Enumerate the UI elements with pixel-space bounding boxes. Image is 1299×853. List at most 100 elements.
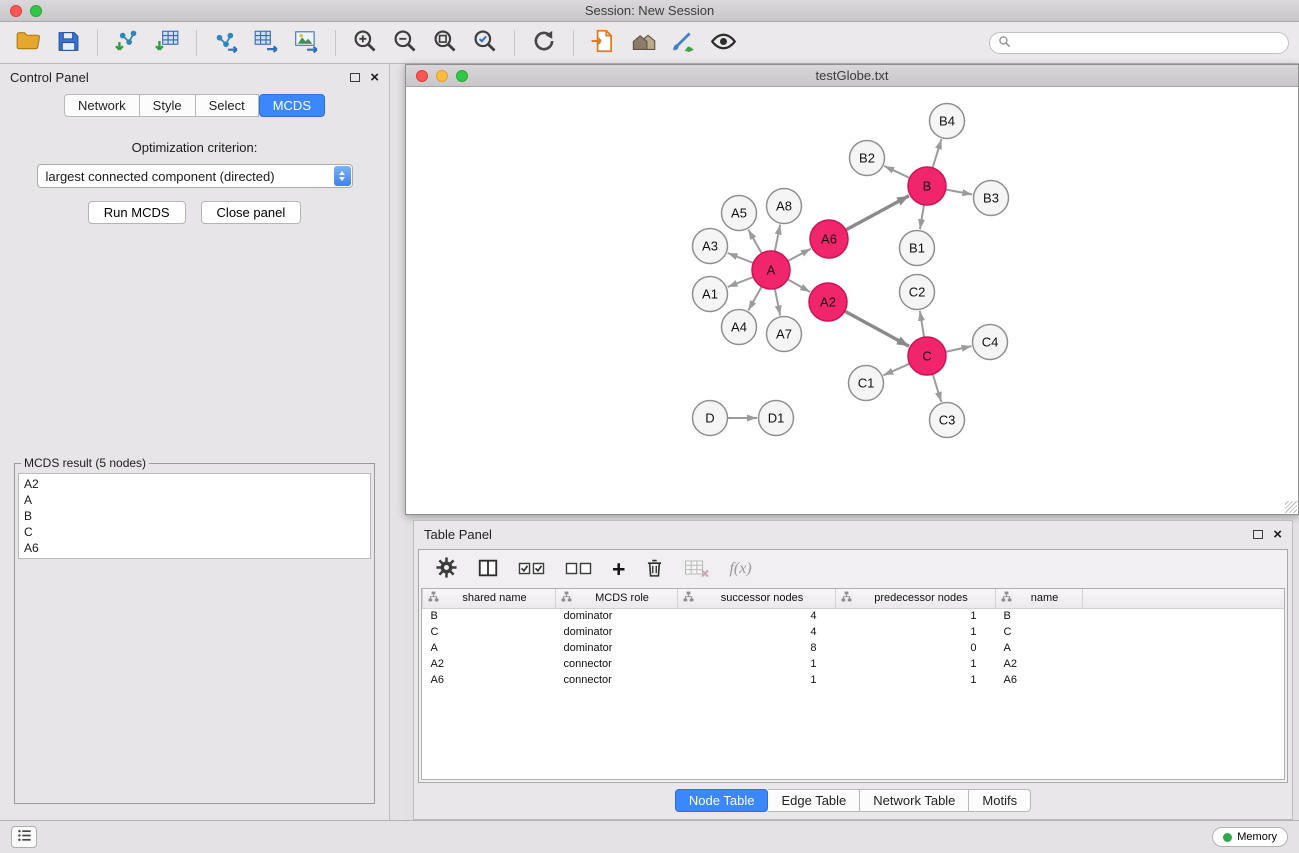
close-panel-button[interactable]: Close panel xyxy=(201,201,302,224)
apply-style-button[interactable] xyxy=(665,26,701,60)
graph-node-C1[interactable]: C1 xyxy=(849,366,884,401)
graph-node-A[interactable]: A xyxy=(752,251,790,289)
node-table-row-a6[interactable]: A6connector11A6 xyxy=(423,672,1285,688)
close-panel-icon[interactable]: × xyxy=(370,70,379,85)
mcds-result-item-a2[interactable]: A2 xyxy=(24,476,365,492)
control-tab-network[interactable]: Network xyxy=(64,94,140,117)
deselect-all-rows-button[interactable] xyxy=(565,555,593,583)
search-input[interactable] xyxy=(1016,36,1280,50)
graph-node-A4[interactable]: A4 xyxy=(722,310,757,345)
graph-edge-C-C2[interactable] xyxy=(920,311,924,337)
graph-edge-B-B4[interactable] xyxy=(933,139,942,168)
graph-node-C4[interactable]: C4 xyxy=(973,325,1008,360)
panel-splitter[interactable] xyxy=(390,64,405,820)
graph-node-C3[interactable]: C3 xyxy=(930,403,965,438)
graph-edge-A-A4[interactable] xyxy=(748,287,761,311)
graph-edge-C-C1[interactable] xyxy=(883,364,909,376)
graph-edge-A-A1[interactable] xyxy=(728,277,754,287)
node-table-row-c[interactable]: Cdominator41C xyxy=(423,624,1285,640)
mcds-result-item-b[interactable]: B xyxy=(24,508,365,524)
graph-edge-A-A2[interactable] xyxy=(788,279,811,292)
zoom-fit-button[interactable] xyxy=(427,26,463,60)
open-session-button[interactable] xyxy=(10,26,46,60)
show-graphics-details-button[interactable] xyxy=(705,26,741,60)
column-header-name[interactable]: name xyxy=(996,589,1083,608)
column-header-successor-nodes[interactable]: successor nodes xyxy=(678,589,836,608)
open-document-button[interactable] xyxy=(585,26,621,60)
node-table-row-b[interactable]: Bdominator41B xyxy=(423,608,1285,624)
graph-edge-A-A3[interactable] xyxy=(728,253,754,263)
mcds-result-item-a6[interactable]: A6 xyxy=(24,540,365,556)
graph-edge-A-A6[interactable] xyxy=(788,249,811,261)
table-tab-motifs[interactable]: Motifs xyxy=(969,789,1031,812)
delete-rows-button[interactable] xyxy=(644,555,665,583)
column-header-shared-name[interactable]: shared name xyxy=(423,589,556,608)
graph-node-B1[interactable]: B1 xyxy=(900,231,935,266)
control-tab-mcds[interactable]: MCDS xyxy=(259,94,325,117)
task-history-button[interactable] xyxy=(11,826,37,848)
graph-edge-C-C3[interactable] xyxy=(933,374,942,402)
mcds-result-item-a[interactable]: A xyxy=(24,492,365,508)
column-header-predecessor-nodes[interactable]: predecessor nodes xyxy=(836,589,996,608)
table-tab-node-table[interactable]: Node Table xyxy=(675,789,769,812)
graph-edge-C-C4[interactable] xyxy=(946,346,972,352)
home-button[interactable] xyxy=(625,26,661,60)
table-settings-button[interactable] xyxy=(435,555,458,583)
graph-node-B3[interactable]: B3 xyxy=(974,181,1009,216)
graph-edge-A-A7[interactable] xyxy=(775,289,780,316)
network-canvas[interactable]: B4B2BB3A5A8A6B1A3AC2A1A2A4A7C4CC1C3DD1 xyxy=(406,87,1298,514)
control-tab-style[interactable]: Style xyxy=(140,94,196,117)
graph-edge-B-B1[interactable] xyxy=(920,205,924,229)
save-session-button[interactable] xyxy=(50,26,86,60)
graph-node-A2[interactable]: A2 xyxy=(809,283,847,321)
zoom-window-button[interactable] xyxy=(30,5,42,17)
graph-node-A5[interactable]: A5 xyxy=(722,196,757,231)
graph-edge-A2-C[interactable] xyxy=(845,311,909,346)
export-table-button[interactable] xyxy=(248,26,284,60)
graph-edge-A-A8[interactable] xyxy=(775,225,780,252)
graph-node-D1[interactable]: D1 xyxy=(759,401,794,436)
zoom-in-button[interactable] xyxy=(347,26,383,60)
graph-node-A7[interactable]: A7 xyxy=(767,317,802,352)
graph-edge-A6-B[interactable] xyxy=(846,196,909,230)
refresh-view-button[interactable] xyxy=(526,26,562,60)
graph-node-D[interactable]: D xyxy=(693,401,728,436)
float-panel-icon[interactable] xyxy=(350,73,360,82)
show-columns-button[interactable] xyxy=(477,555,499,583)
graph-node-A6[interactable]: A6 xyxy=(810,220,848,258)
table-tab-network-table[interactable]: Network Table xyxy=(860,789,969,812)
import-network-file-button[interactable] xyxy=(109,26,145,60)
graph-node-A8[interactable]: A8 xyxy=(767,189,802,224)
graph-node-B[interactable]: B xyxy=(908,167,946,205)
run-mcds-button[interactable]: Run MCDS xyxy=(88,201,186,224)
graph-edge-A-A5[interactable] xyxy=(748,230,761,254)
zoom-selected-button[interactable] xyxy=(467,26,503,60)
close-network-window-button[interactable] xyxy=(416,70,428,82)
select-all-rows-button[interactable] xyxy=(518,555,546,583)
node-table-row-a[interactable]: Adominator80A xyxy=(423,640,1285,656)
close-table-panel-icon[interactable]: × xyxy=(1273,527,1282,542)
mcds-result-item-c[interactable]: C xyxy=(24,524,365,540)
export-network-button[interactable] xyxy=(208,26,244,60)
function-builder-button[interactable]: f(x) xyxy=(729,555,751,583)
import-table-file-button[interactable] xyxy=(149,26,185,60)
close-window-button[interactable] xyxy=(10,5,22,17)
graph-node-B4[interactable]: B4 xyxy=(930,104,965,139)
resize-corner[interactable] xyxy=(1285,501,1297,513)
graph-node-A1[interactable]: A1 xyxy=(693,277,728,312)
graph-node-C[interactable]: C xyxy=(908,337,946,375)
memory-button[interactable]: Memory xyxy=(1212,827,1288,847)
table-tab-edge-table[interactable]: Edge Table xyxy=(768,789,860,812)
graph-edge-B-B2[interactable] xyxy=(884,166,910,178)
zoom-network-window-button[interactable] xyxy=(456,70,468,82)
minimize-network-window-button[interactable] xyxy=(436,70,448,82)
criterion-select[interactable]: largest connected component (directed) xyxy=(37,164,353,188)
float-table-panel-icon[interactable] xyxy=(1253,530,1263,539)
control-tab-select[interactable]: Select xyxy=(196,94,259,117)
export-image-button[interactable] xyxy=(288,26,324,60)
graph-edge-B-B3[interactable] xyxy=(946,190,973,195)
mcds-result-list[interactable]: A2ABCA6 xyxy=(18,473,371,559)
add-row-button[interactable]: + xyxy=(612,555,625,583)
column-header-mcds-role[interactable]: MCDS role xyxy=(556,589,678,608)
graph-node-C2[interactable]: C2 xyxy=(900,275,935,310)
